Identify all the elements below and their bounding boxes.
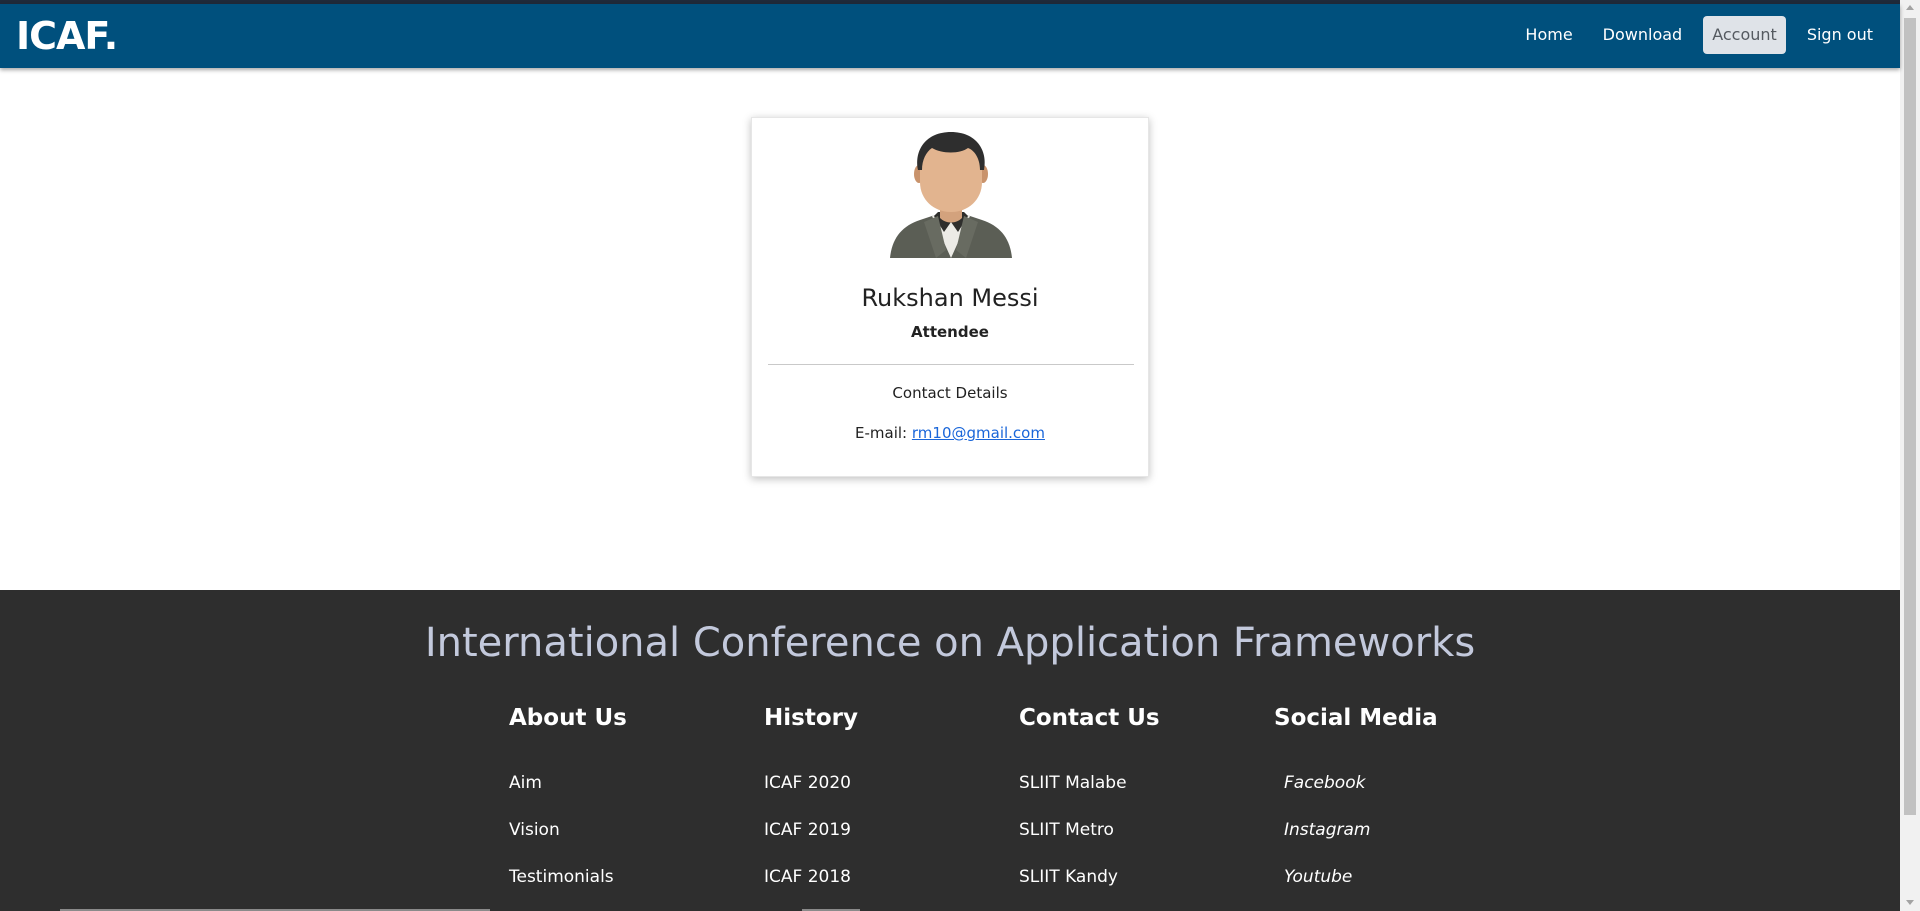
footer-link-aim[interactable]: Aim (509, 772, 749, 819)
footer-link-sliit-kandy[interactable]: SLIIT Kandy (1019, 866, 1259, 911)
footer-link-sliit-metro[interactable]: SLIIT Metro (1019, 819, 1259, 866)
brand-logo[interactable]: ICAF. (16, 10, 118, 62)
footer-column-contact: Contact Us SLIIT Malabe SLIIT Metro SLII… (1019, 702, 1259, 911)
footer-link-instagram[interactable]: Instagram (1274, 819, 1514, 866)
footer-column-about: About Us Aim Vision Testimonials (509, 702, 749, 911)
footer-link-facebook[interactable]: Facebook (1274, 772, 1514, 819)
nav-account-link[interactable]: Account (1703, 16, 1786, 54)
contact-details-heading: Contact Details (892, 384, 1008, 402)
profile-role: Attendee (911, 323, 989, 341)
nav-download-link[interactable]: Download (1594, 16, 1692, 54)
footer-link-sliit-malabe[interactable]: SLIIT Malabe (1019, 772, 1259, 819)
footer-column-history: History ICAF 2020 ICAF 2019 ICAF 2018 (764, 702, 1004, 911)
footer-link-icaf-2018[interactable]: ICAF 2018 (764, 866, 1004, 911)
nav-links: Home Download Account Sign out (1516, 16, 1882, 54)
email-link[interactable]: rm10@gmail.com (912, 424, 1045, 442)
footer-link-youtube[interactable]: Youtube (1274, 866, 1514, 911)
footer-heading-about: About Us (509, 705, 627, 731)
footer: International Conference on Application … (0, 590, 1900, 911)
footer-link-testimonials[interactable]: Testimonials (509, 866, 749, 911)
email-row: E-mail: rm10@gmail.com (752, 424, 1148, 442)
profile-name: Rukshan Messi (861, 284, 1039, 312)
nav-home-link[interactable]: Home (1516, 16, 1581, 54)
footer-title: International Conference on Application … (424, 620, 1476, 666)
footer-link-vision[interactable]: Vision (509, 819, 749, 866)
vertical-scrollbar[interactable] (1900, 0, 1920, 911)
scrollbar-thumb[interactable] (1904, 18, 1916, 815)
footer-heading-history: History (764, 705, 858, 731)
footer-link-icaf-2020[interactable]: ICAF 2020 (764, 772, 1004, 819)
scroll-up-icon[interactable] (1906, 5, 1914, 10)
page: ICAF. Home Download Account Sign out Ruk… (0, 0, 1920, 911)
card-divider (768, 364, 1134, 365)
profile-card: Rukshan Messi Attendee Contact Details E… (751, 117, 1149, 477)
person-avatar-icon (890, 132, 1012, 258)
scroll-down-icon[interactable] (1906, 900, 1914, 905)
nav-signout-link[interactable]: Sign out (1798, 16, 1882, 54)
footer-column-social: Social Media Facebook Instagram Youtube (1274, 702, 1514, 911)
email-label: E-mail: (855, 424, 908, 442)
footer-heading-contact: Contact Us (1019, 705, 1160, 731)
footer-link-icaf-2019[interactable]: ICAF 2019 (764, 819, 1004, 866)
navbar: ICAF. Home Download Account Sign out (0, 4, 1900, 68)
footer-heading-social: Social Media (1274, 705, 1438, 731)
